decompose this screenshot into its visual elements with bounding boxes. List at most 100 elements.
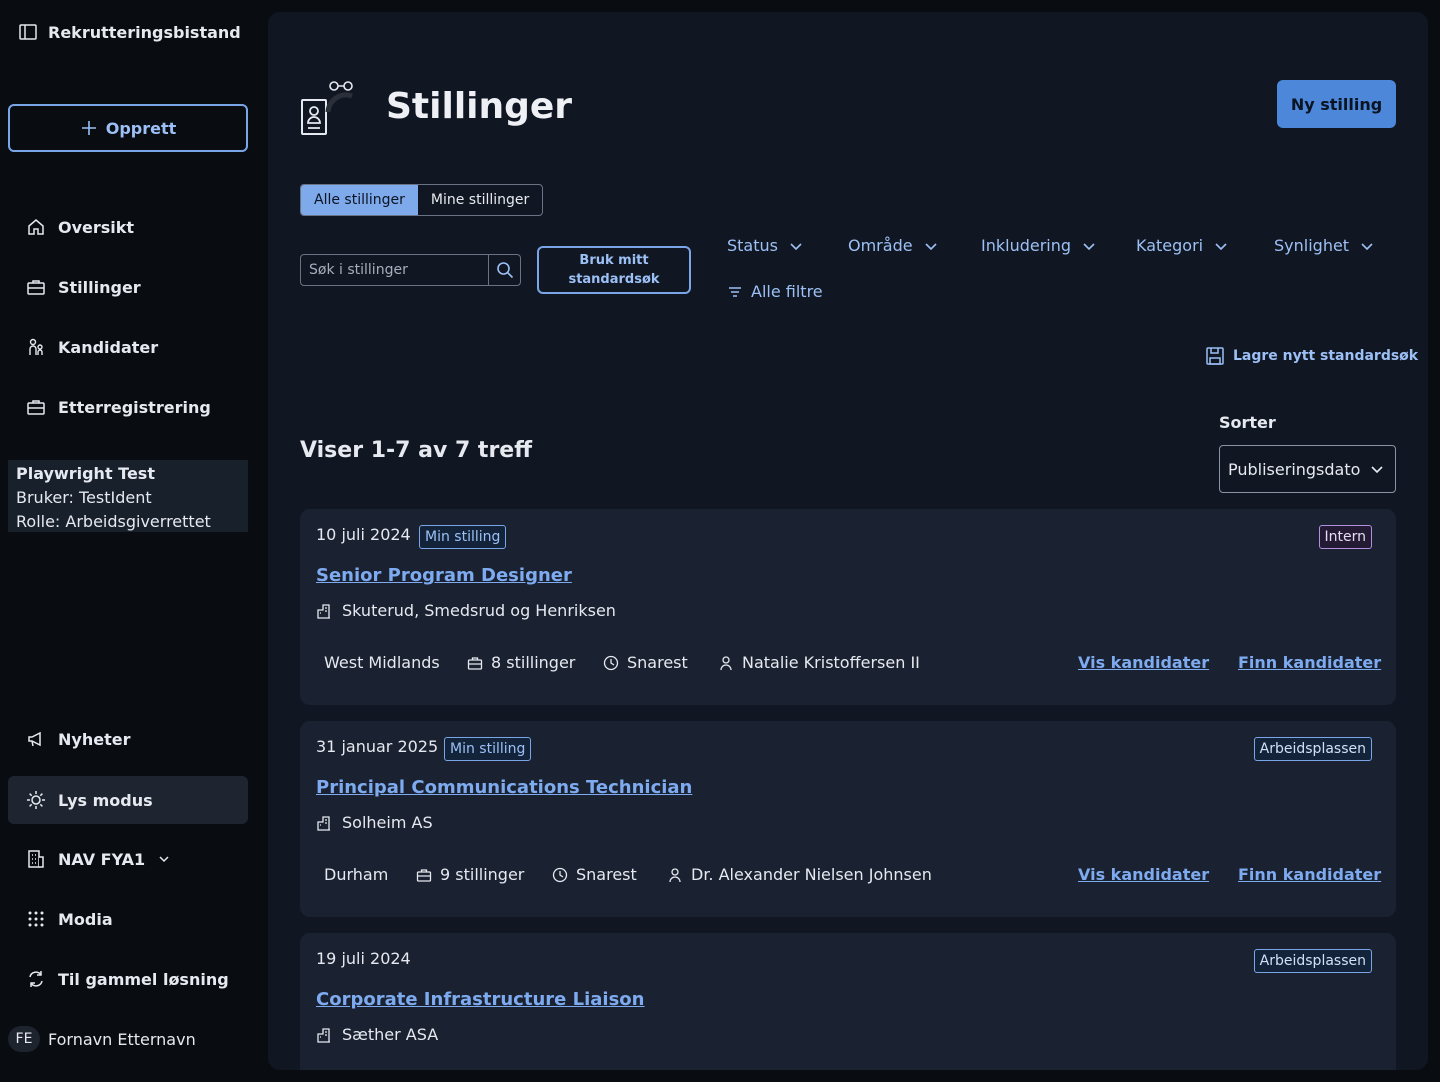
building-icon	[317, 1027, 330, 1043]
avatar: FE	[8, 1026, 40, 1052]
filter-omrade[interactable]: Område	[848, 236, 939, 255]
user-menu[interactable]: FE Fornavn Etternavn	[8, 1026, 196, 1052]
std-btn-line1: Bruk mitt	[579, 253, 649, 268]
company: Sæther ASA	[316, 1025, 438, 1044]
positions-count: 8 stillinger	[467, 653, 575, 672]
sidebar-item-lys-modus[interactable]: Lys modus	[8, 776, 248, 824]
filter-label: Synlighet	[1274, 236, 1350, 255]
positions-count: 9 stillinger	[416, 865, 524, 884]
positions-text: 9 stillinger	[440, 865, 525, 884]
sidebar-item-label: Nyheter	[58, 729, 131, 749]
sidebar-toggle-icon[interactable]	[18, 22, 38, 42]
deadline-text: Snarest	[627, 653, 688, 672]
location: Durham	[324, 865, 388, 884]
new-position-button[interactable]: Ny stilling	[1277, 80, 1396, 128]
position-card: 31 januar 2025 Min stilling Arbeidsplass…	[300, 721, 1396, 917]
search-input[interactable]: Søk i stillinger	[301, 255, 488, 285]
create-button-label: Opprett	[105, 118, 177, 138]
building-icon	[28, 850, 44, 868]
filter-kategori[interactable]: Kategori	[1136, 236, 1229, 255]
use-standard-search-button[interactable]: Bruk mitt standardsøk	[537, 246, 691, 294]
app-title-label: Rekrutteringsbistand	[48, 22, 241, 42]
sidebar-item-kandidater[interactable]: Kandidater	[8, 323, 248, 371]
chevron-down-icon	[159, 856, 169, 863]
sidebar-item-label: Oversikt	[58, 217, 135, 237]
company-name: Solheim AS	[342, 813, 433, 832]
sort-select-value: Publiseringsdato	[1228, 459, 1361, 479]
company-name: Sæther ASA	[342, 1025, 439, 1044]
sidebar-item-label: Stillinger	[58, 277, 141, 297]
all-filters-button[interactable]: Alle filtre	[727, 282, 823, 301]
filter-label: Kategori	[1136, 236, 1204, 255]
position-title-link[interactable]: Corporate Infrastructure Liaison	[316, 989, 644, 1010]
filter-synlighet[interactable]: Synlighet	[1274, 236, 1375, 255]
std-btn-line2: standardsøk	[568, 272, 660, 287]
location-text: West Midlands	[324, 653, 440, 672]
company-name: Skuterud, Smedsrud og Henriksen	[342, 601, 616, 620]
sun-icon	[27, 791, 45, 809]
chevron-down-icon	[1215, 242, 1227, 250]
find-candidates-link[interactable]: Finn kandidater	[1238, 653, 1381, 672]
sidebar-item-stillinger[interactable]: Stillinger	[8, 263, 248, 311]
sidebar-item-label: Kandidater	[58, 337, 159, 357]
sidebar-item-etterregistrering[interactable]: Etterregistrering	[8, 383, 248, 431]
plus-icon	[81, 121, 96, 135]
building-icon	[317, 603, 330, 619]
sidebar-item-label: Lys modus	[58, 790, 153, 810]
home-icon	[28, 219, 44, 235]
filter-label: Inkludering	[981, 236, 1072, 255]
create-button[interactable]: Opprett	[8, 104, 248, 152]
sort-select[interactable]: Publiseringsdato	[1219, 445, 1396, 493]
visibility-badge: Arbeidsplassen	[1253, 949, 1372, 973]
search-button[interactable]	[488, 255, 520, 285]
user-info-box: Playwright Test Bruker: TestIdent Rolle:…	[8, 460, 248, 532]
tab-my-positions[interactable]: Mine stillinger	[418, 185, 542, 215]
sidebar-item-nav-fya1[interactable]: NAV FYA1	[8, 835, 248, 883]
chevron-down-icon	[924, 242, 937, 250]
deadline-text: Snarest	[576, 865, 637, 884]
filter-status[interactable]: Status	[727, 236, 804, 255]
briefcase-icon	[27, 400, 45, 415]
people-icon	[29, 338, 43, 355]
position-title-link[interactable]: Senior Program Designer	[316, 565, 572, 586]
position-card: 10 juli 2024 Min stilling Intern Senior …	[300, 509, 1396, 705]
position-title-link[interactable]: Principal Communications Technician	[316, 777, 692, 798]
deadline: Snarest	[552, 865, 637, 884]
search-box: Søk i stillinger	[300, 254, 521, 286]
chevron-down-icon	[1361, 242, 1373, 250]
floppy-disk-icon	[1206, 347, 1224, 365]
filter-inkludering[interactable]: Inkludering	[981, 236, 1097, 255]
search-icon	[496, 262, 513, 279]
show-candidates-link[interactable]: Vis kandidater	[1078, 653, 1209, 672]
page-title: Stillinger	[386, 86, 573, 127]
all-filters-label: Alle filtre	[751, 282, 823, 301]
card-date: 31 januar 2025	[316, 737, 439, 756]
user-footer-name: Fornavn Etternavn	[48, 1029, 196, 1049]
app-title[interactable]: Rekrutteringsbistand	[18, 22, 241, 42]
sidebar-item-gammel-losning[interactable]: Til gammel løsning	[8, 955, 248, 1003]
sidebar-item-label: Til gammel løsning	[58, 969, 229, 989]
chevron-down-icon	[790, 242, 802, 250]
sidebar-item-modia[interactable]: Modia	[8, 895, 248, 943]
tab-all-positions[interactable]: Alle stillinger	[301, 185, 418, 215]
result-count: Viser 1-7 av 7 treff	[300, 438, 533, 463]
sidebar-item-nyheter[interactable]: Nyheter	[8, 715, 248, 763]
person-icon	[669, 867, 681, 882]
my-position-tag: Min stilling	[444, 737, 532, 761]
briefcase-icon	[27, 280, 45, 295]
show-candidates-link[interactable]: Vis kandidater	[1078, 865, 1209, 884]
location-text: Durham	[324, 865, 389, 884]
sidebar-item-oversikt[interactable]: Oversikt	[8, 203, 248, 251]
save-standard-search-button[interactable]: Lagre nytt standardsøk	[1205, 346, 1418, 366]
visibility-badge: Intern	[1318, 525, 1372, 549]
sort-label: Sorter	[1219, 413, 1276, 432]
megaphone-icon	[28, 731, 41, 747]
user-ident: Bruker: TestIdent	[16, 488, 152, 507]
contact-text: Dr. Alexander Nielsen Johnsen	[691, 865, 932, 884]
location: West Midlands	[324, 653, 440, 672]
find-candidates-link[interactable]: Finn kandidater	[1238, 865, 1381, 884]
main-content: Stillinger Ny stilling Alle stillinger M…	[268, 12, 1428, 1070]
clock-icon	[603, 655, 619, 670]
filter-icon	[729, 286, 741, 297]
save-standard-label: Lagre nytt standardsøk	[1233, 348, 1419, 364]
